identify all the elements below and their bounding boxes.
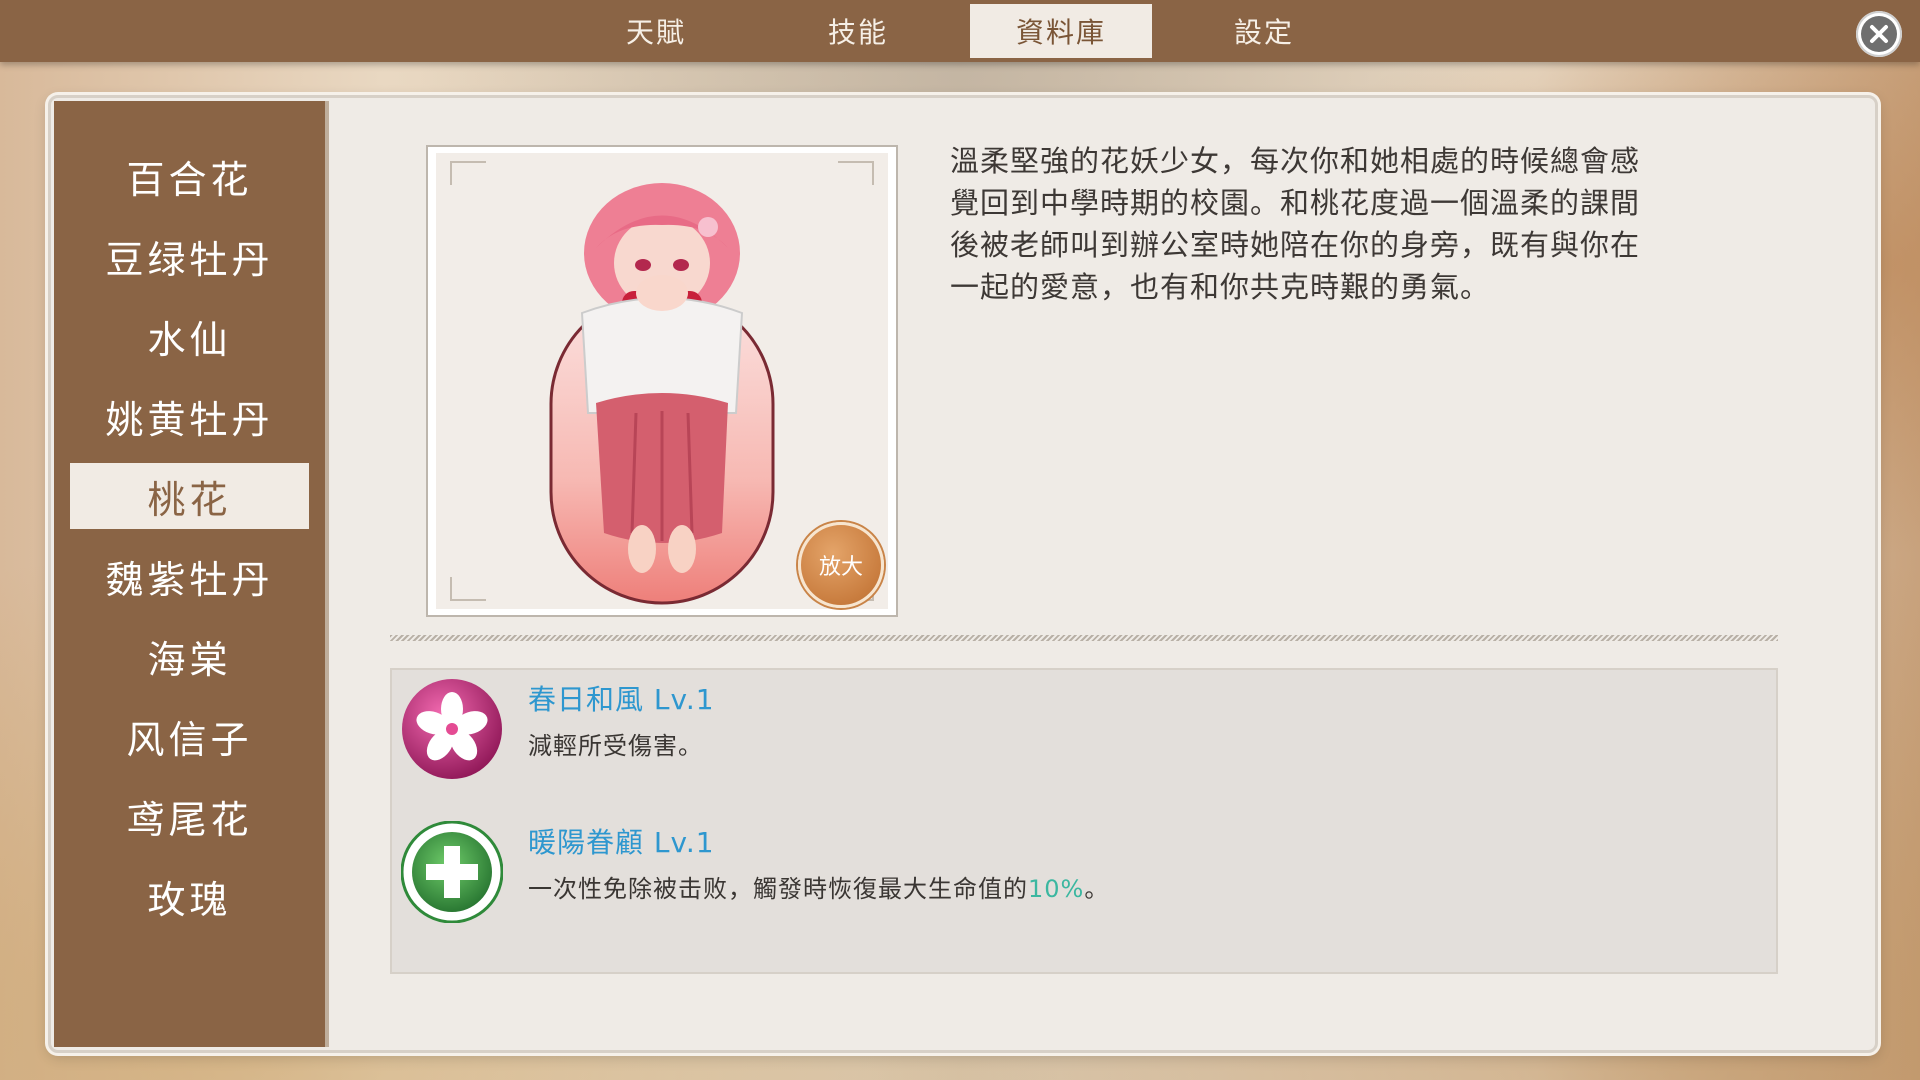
green-cross-heal-icon xyxy=(400,820,504,924)
frame-corner xyxy=(838,161,874,185)
sidebar-item-rose[interactable]: 玫瑰 xyxy=(70,863,309,929)
sidebar-item-peach-blossom[interactable]: 桃花 xyxy=(70,463,309,529)
tab-skills[interactable]: 技能 xyxy=(767,4,949,58)
sidebar-item-purple-peony[interactable]: 魏紫牡丹 xyxy=(70,543,309,609)
sidebar-item-yellow-peony[interactable]: 姚黄牡丹 xyxy=(70,383,309,449)
frame-corner xyxy=(450,161,486,185)
tab-settings[interactable]: 設定 xyxy=(1173,4,1355,58)
sidebar-item-iris[interactable]: 鸢尾花 xyxy=(70,783,309,849)
sidebar-item-hyacinth[interactable]: 风信子 xyxy=(70,703,309,769)
section-divider xyxy=(390,635,1778,641)
close-icon xyxy=(1861,16,1897,52)
frame-corner xyxy=(450,577,486,601)
sidebar-item-lily[interactable]: 百合花 xyxy=(70,143,309,209)
skill-name: 春日和風 Lv.1 xyxy=(528,683,715,716)
skill-name: 暖陽眷顧 Lv.1 xyxy=(528,826,715,859)
tab-talent[interactable]: 天賦 xyxy=(565,4,747,58)
sidebar-item-green-peony[interactable]: 豆绿牡丹 xyxy=(70,223,309,289)
description-line: 一起的愛意，也有和你共克時艱的勇氣。 xyxy=(950,270,1491,304)
sakura-flower-icon xyxy=(401,678,503,780)
skill-description-suffix: 。 xyxy=(1084,875,1110,903)
sidebar-item-narcissus[interactable]: 水仙 xyxy=(70,303,309,369)
skill-description: 一次性免除被击败，觸發時恢復最大生命值的10%。 xyxy=(528,869,1109,904)
description-line: 溫柔堅強的花妖少女，每次你和她相處的時候總會感 xyxy=(950,144,1641,178)
character-description: 溫柔堅強的花妖少女，每次你和她相處的時候總會感 覺回到中學時期的校園。和桃花度過… xyxy=(950,140,1695,308)
top-tab-bar: 天賦 技能 資料庫 設定 xyxy=(0,0,1920,62)
description-line: 後被老師叫到辦公室時她陪在你的身旁，既有與你在 xyxy=(950,228,1641,262)
tab-database[interactable]: 資料庫 xyxy=(970,4,1152,58)
skill-description: 減輕所受傷害。 xyxy=(528,732,703,760)
skill-description-text: 一次性免除被击败，觸發時恢復最大生命值的 xyxy=(528,875,1028,903)
close-button[interactable] xyxy=(1856,11,1902,57)
sidebar-item-begonia[interactable]: 海棠 xyxy=(70,623,309,689)
flower-list-sidebar: 百合花 豆绿牡丹 水仙 姚黄牡丹 桃花 魏紫牡丹 海棠 风信子 鸢尾花 玫瑰 xyxy=(54,101,329,1047)
description-line: 覺回到中學時期的校園。和桃花度過一個溫柔的課間 xyxy=(950,186,1641,220)
skills-list: 春日和風 Lv.1 減輕所受傷害。 暖陽眷顧 Lv.1 一次性免除被击败，觸發時… xyxy=(390,668,1778,974)
skill-value-highlight: 10% xyxy=(1028,875,1085,903)
zoom-button[interactable]: 放大 xyxy=(798,522,884,608)
